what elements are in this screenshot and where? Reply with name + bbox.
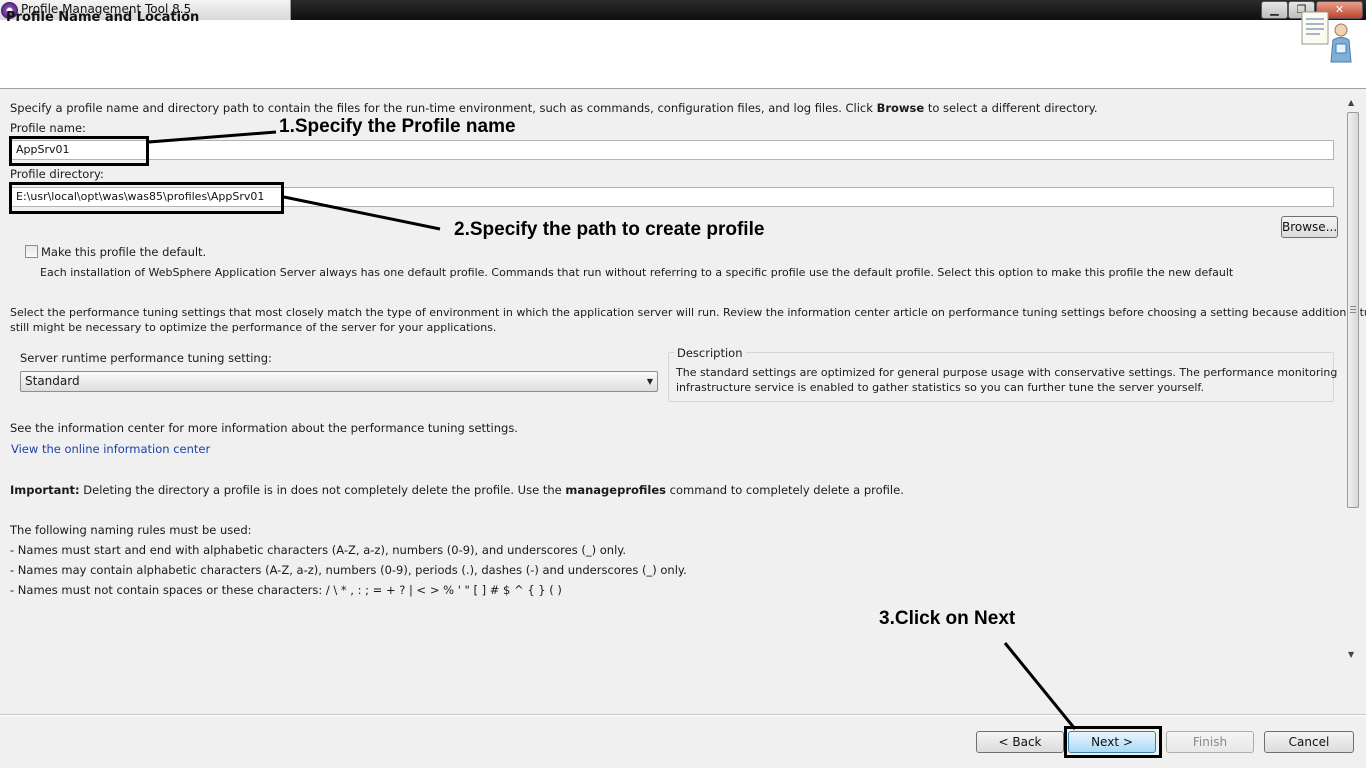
annotation-step-3: 3.Click on Next	[879, 608, 1016, 629]
annotation-line-step-2	[283, 195, 441, 231]
annotation-line-step-3	[1003, 642, 1077, 730]
annotation-step-2: 2.Specify the path to create profile	[454, 219, 765, 240]
annotation-step-1: 1.Specify the Profile name	[279, 116, 516, 137]
annotation-line-step-1	[148, 130, 277, 144]
annotation-arrows	[148, 130, 1077, 730]
